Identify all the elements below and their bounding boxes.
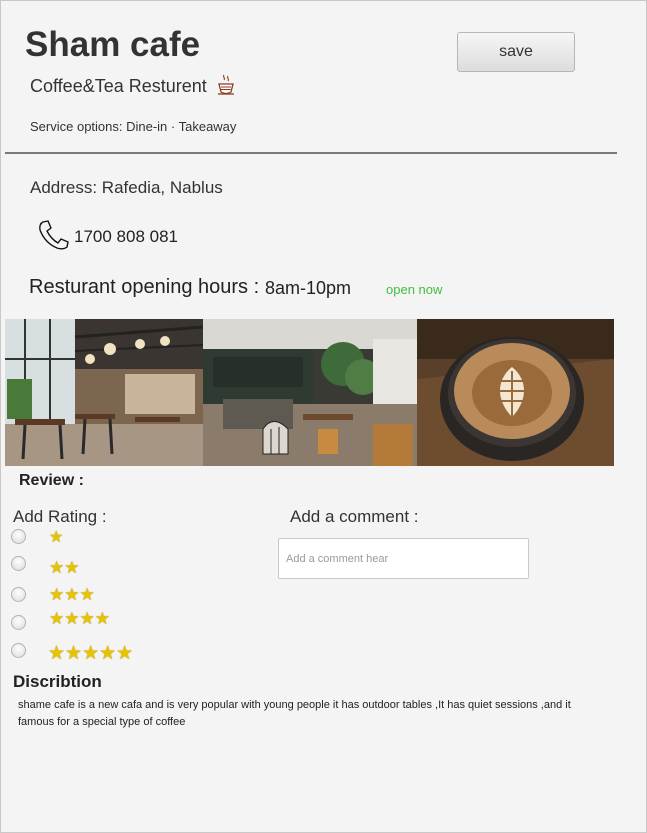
description-text: shame cafe is a new cafa and is very pop… — [18, 699, 571, 728]
service-options: Service options: Dine-in · Takeaway — [30, 119, 237, 134]
cafe-seating-photo — [203, 319, 417, 466]
opening-hours-label: Resturant opening hours : — [29, 276, 260, 298]
comment-input[interactable] — [278, 538, 529, 579]
coffee-cup-icon — [218, 74, 234, 95]
header-divider — [5, 152, 617, 154]
rating-stars-4: ★★★★ — [49, 609, 110, 628]
cafe-interior-photo — [5, 319, 203, 466]
phone-number: 1700 808 081 — [74, 227, 178, 246]
rating-stars-2: ★★ — [49, 558, 80, 577]
rating-radio-1[interactable] — [11, 529, 26, 544]
open-status: open now — [386, 282, 443, 297]
phone-icon — [39, 220, 69, 250]
rating-stars-3: ★★★ — [49, 585, 95, 604]
add-rating-label: Add Rating : — [13, 507, 107, 526]
save-button[interactable]: save — [457, 32, 575, 72]
app-window: Sham cafe save Coffee&Tea Resturent Serv… — [0, 0, 647, 833]
rating-option-2[interactable]: ★★ — [11, 556, 211, 577]
rating-option-1[interactable]: ★ — [11, 529, 211, 549]
rating-option-3[interactable]: ★★★ — [11, 585, 211, 607]
rating-radio-5[interactable] — [11, 643, 26, 658]
rating-radio-2[interactable] — [11, 556, 26, 571]
rating-stars-5: ★★★★★ — [48, 643, 134, 664]
description-heading: Discribtion — [13, 672, 102, 691]
page-title: Sham cafe — [25, 25, 201, 64]
latte-art-photo — [417, 319, 614, 466]
rating-radio-4[interactable] — [11, 615, 26, 630]
review-heading: Review : — [19, 472, 84, 489]
rating-option-5[interactable]: ★★★★★ — [11, 643, 211, 664]
rating-stars-1: ★ — [49, 529, 64, 546]
address: Address: Rafedia, Nablus — [30, 178, 223, 197]
rating-option-4[interactable]: ★★★★ — [11, 609, 211, 635]
add-comment-label: Add a comment : — [290, 507, 419, 526]
opening-hours-value: 8am-10pm — [265, 278, 352, 298]
cafe-subtitle: Coffee&Tea Resturent — [30, 76, 207, 96]
rating-radio-3[interactable] — [11, 587, 26, 602]
